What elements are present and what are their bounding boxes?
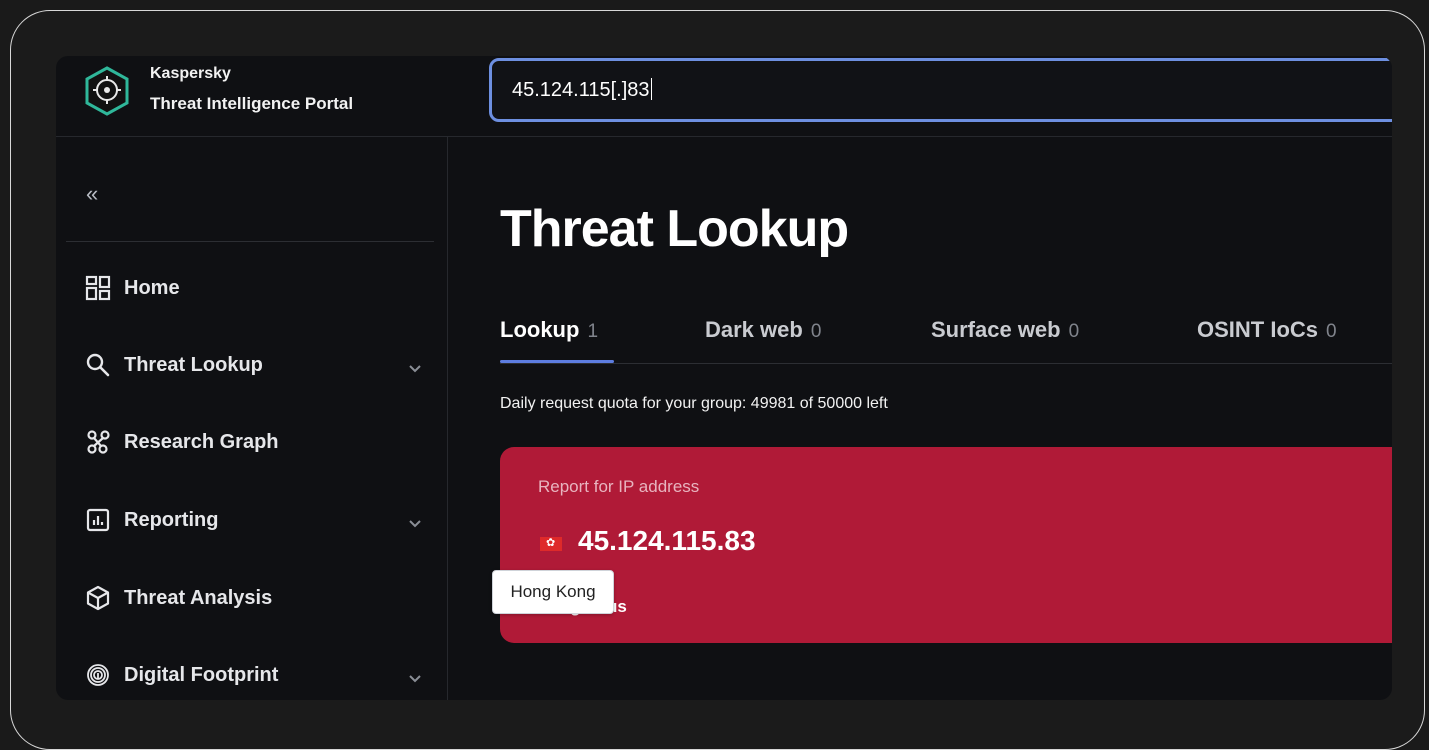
dashboard-icon — [84, 274, 112, 302]
tab-bar: Lookup 1 Dark web 0 Surface web 0 OSINT IoC… — [500, 317, 1392, 364]
hong-kong-flag-icon[interactable]: ✿ — [540, 537, 562, 551]
active-tab-indicator — [500, 360, 614, 363]
sidebar-item-label: Home — [124, 276, 180, 299]
sidebar-item-label: Digital Footprint — [124, 663, 279, 686]
page-title: Threat Lookup — [500, 200, 849, 258]
brand-name: Kaspersky — [150, 65, 231, 82]
sidebar-divider — [66, 241, 434, 242]
search-input-value[interactable]: 45.124.115[.]83 — [512, 78, 652, 102]
fingerprint-icon — [84, 661, 112, 689]
chevron-down-icon[interactable] — [408, 667, 422, 690]
chevron-down-icon[interactable] — [408, 512, 422, 535]
tab-count: 0 — [810, 321, 822, 342]
tab-osint-iocs[interactable]: OSINT IoCs 0 — [1197, 317, 1337, 343]
collapse-sidebar-button[interactable]: « — [86, 181, 98, 207]
sidebar-item-research-graph[interactable]: Research Graph — [84, 422, 424, 462]
sidebar-item-home[interactable]: Home — [84, 268, 424, 308]
top-header: Kaspersky Threat Intelligence Portal 45.… — [56, 56, 1392, 137]
product-name: Threat Intelligence Portal — [150, 94, 354, 113]
sidebar-item-threat-lookup[interactable]: Threat Lookup — [84, 345, 424, 385]
country-tooltip: Hong Kong — [492, 570, 614, 614]
report-card: Report for IP address ✿ 45.124.115.83 Da… — [500, 447, 1392, 643]
tab-count: 0 — [1326, 321, 1337, 342]
tab-surface-web[interactable]: Surface web 0 — [931, 317, 1079, 343]
tab-label: Lookup — [500, 317, 580, 342]
report-label: Report for IP address — [538, 477, 700, 496]
tab-count: 0 — [1068, 321, 1080, 342]
app-window: Kaspersky Threat Intelligence Portal 45.… — [56, 56, 1392, 700]
report-ip-address: 45.124.115.83 — [578, 525, 756, 556]
quota-text: Daily request quota for your group: 4998… — [500, 395, 888, 412]
report-icon — [84, 506, 112, 534]
sidebar-item-label: Reporting — [124, 508, 219, 531]
tab-label: Dark web — [705, 317, 803, 342]
kaspersky-logo-icon — [85, 66, 129, 116]
tab-label: Surface web — [931, 317, 1061, 342]
main-content: Threat Lookup Lookup 1 Dark web 0 Surface … — [448, 137, 1392, 700]
text-caret — [650, 78, 652, 100]
sidebar-item-threat-analysis[interactable]: Threat Analysis — [84, 578, 424, 618]
sidebar: « Home Threat Lookup Research Graph Repo… — [56, 137, 448, 700]
tab-label: OSINT IoCs — [1197, 317, 1319, 342]
sidebar-item-digital-footprint[interactable]: Digital Footprint — [84, 655, 424, 695]
sidebar-item-reporting[interactable]: Reporting — [84, 500, 424, 540]
chevron-down-icon[interactable] — [408, 357, 422, 380]
sidebar-item-label: Threat Lookup — [124, 353, 263, 376]
search-input[interactable]: 45.124.115[.]83 — [489, 58, 1392, 122]
tab-lookup[interactable]: Lookup 1 — [500, 317, 614, 363]
sidebar-item-label: Threat Analysis — [124, 586, 273, 609]
tab-count: 1 — [587, 321, 599, 342]
tab-dark-web[interactable]: Dark web 0 — [705, 317, 821, 343]
cube-icon — [84, 584, 112, 612]
graph-icon — [84, 428, 112, 456]
sidebar-item-label: Research Graph — [124, 430, 279, 453]
search-icon — [84, 351, 112, 379]
